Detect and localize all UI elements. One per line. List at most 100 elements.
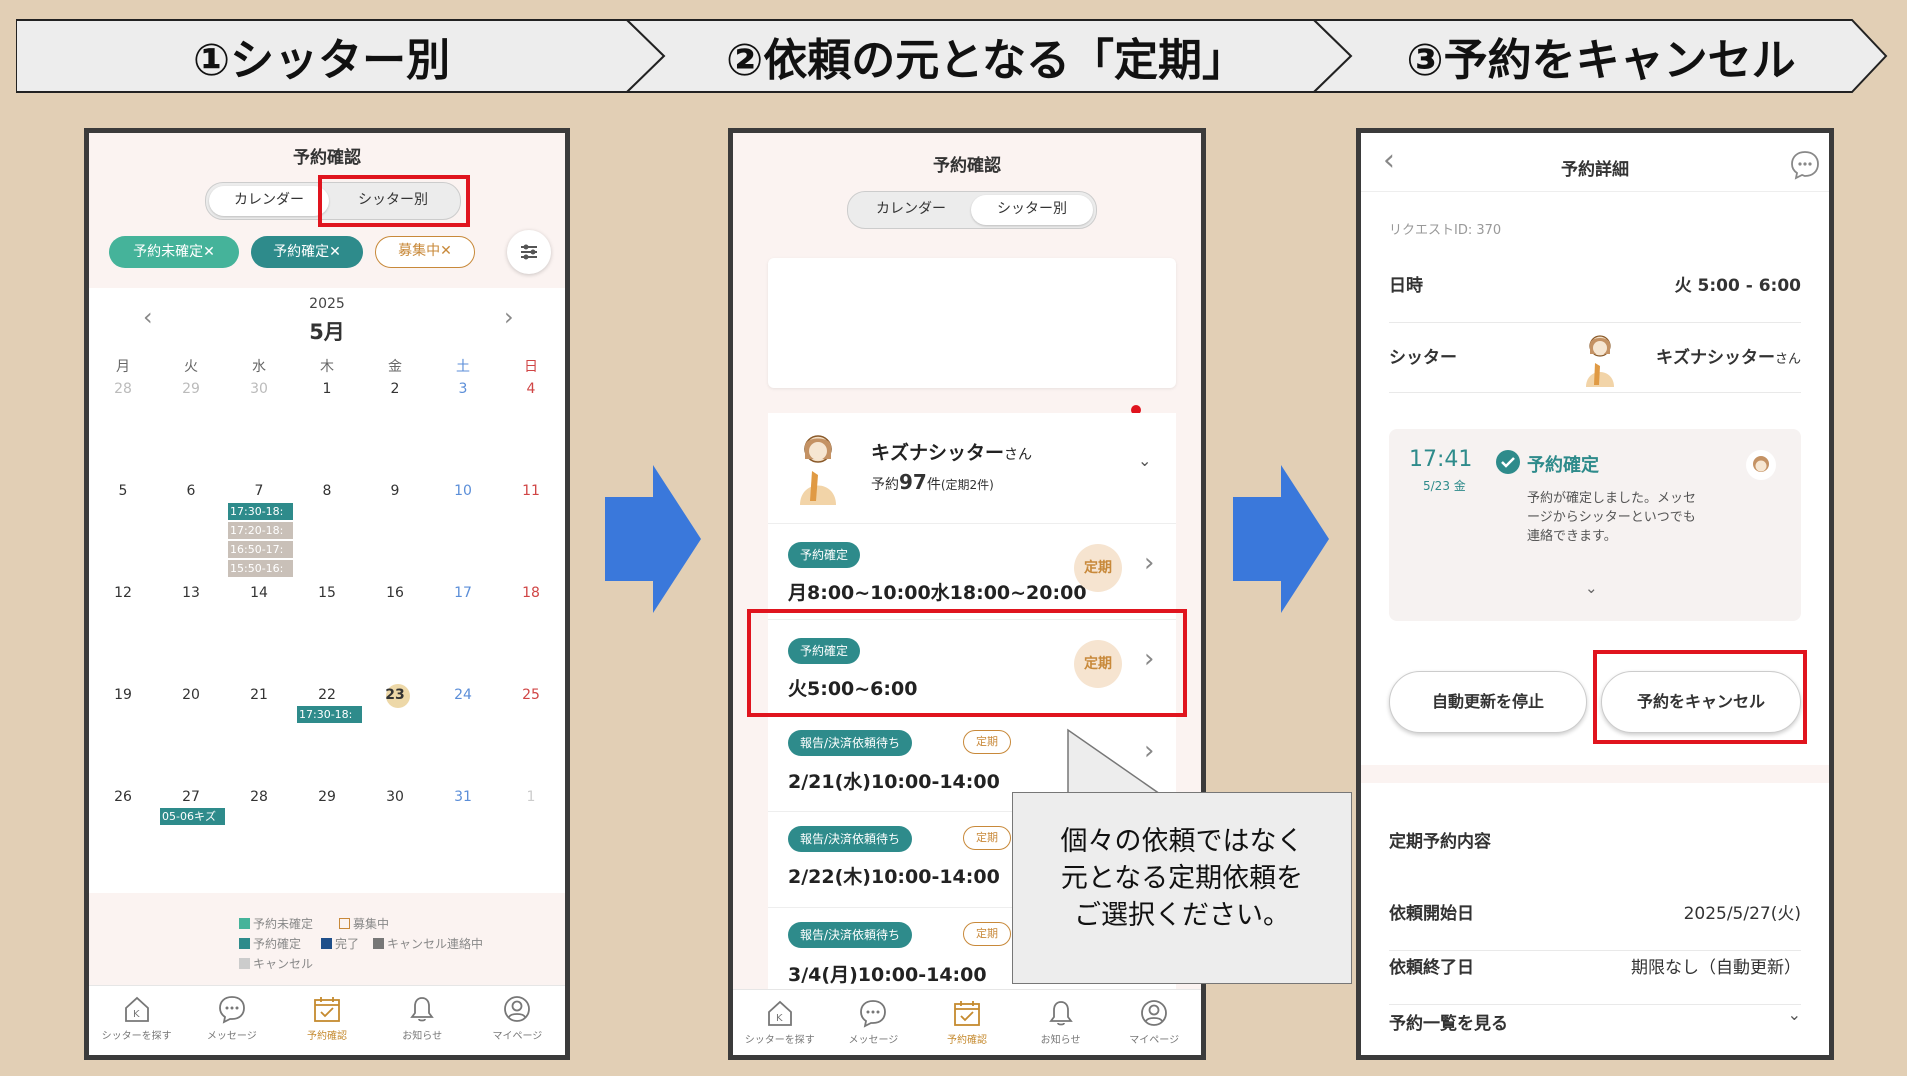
calendar-event[interactable]: 17:30-18:	[297, 706, 362, 723]
tabbar-find-sitter[interactable]: K シッターを探す	[89, 986, 184, 1055]
recurring-tag: 定期	[963, 730, 1011, 754]
instruction-callout: 個々の依頼ではなく 元となる定期依頼を ご選択ください。	[1012, 792, 1352, 984]
user-circle-icon	[504, 996, 531, 1022]
chat-bubble-icon	[860, 1000, 887, 1028]
day-cell[interactable]: 8	[293, 483, 361, 499]
chat-bubble-icon[interactable]	[1789, 149, 1821, 181]
highlight-recurring-row	[747, 609, 1187, 717]
end-date-value: 期限なし（自動更新）	[1631, 958, 1801, 978]
chat-bubble-icon	[218, 996, 245, 1024]
tab-by-sitter[interactable]: シッター別	[971, 195, 1093, 225]
tabbar-bookings[interactable]: 予約確認	[279, 986, 374, 1055]
day-cell[interactable]: 21	[225, 687, 293, 703]
day-cell[interactable]: 5	[89, 483, 157, 499]
start-date-label: 依頼開始日	[1389, 904, 1474, 924]
day-cell[interactable]: 6	[157, 483, 225, 499]
day-cell[interactable]: 22	[293, 687, 361, 703]
sitter-name-line[interactable]: キズナシッターさん	[1656, 343, 1801, 368]
calendar-event[interactable]: 17:20-18:	[228, 522, 293, 539]
calendar-event[interactable]: 17:30-18:	[228, 503, 293, 520]
week-row: 12 13 14 15 16 17 18	[89, 585, 565, 601]
datetime-value: 火 5:00 - 6:00	[1674, 276, 1801, 296]
prev-month-icon[interactable]: ‹	[143, 303, 153, 331]
tabbar-bookings[interactable]: 予約確認	[920, 990, 1014, 1055]
tabbar-mypage[interactable]: マイページ	[1107, 990, 1201, 1055]
day-cell[interactable]: 11	[497, 483, 565, 499]
filter-chip-recruiting[interactable]: 募集中✕	[375, 236, 475, 268]
day-cell[interactable]: 1	[293, 381, 361, 397]
weekday-sun: 日	[524, 359, 538, 375]
day-cell[interactable]: 31	[429, 789, 497, 805]
message-body: 予約が確定しました。メッセ ージからシッターといつでも 連絡できます。	[1527, 491, 1697, 544]
tabbar-mypage[interactable]: マイページ	[470, 986, 565, 1055]
filter-settings-button[interactable]	[507, 230, 551, 274]
chevron-down-icon[interactable]: ⌄	[1138, 451, 1151, 470]
day-cell[interactable]: 20	[157, 687, 225, 703]
day-cell[interactable]: 7	[225, 483, 293, 499]
tabbar-messages[interactable]: メッセージ	[827, 990, 921, 1055]
day-cell[interactable]: 15	[293, 585, 361, 601]
user-circle-icon	[1141, 1000, 1168, 1026]
tabbar-notifications[interactable]: お知らせ	[375, 986, 470, 1055]
sitter-avatar	[800, 435, 836, 505]
day-cell[interactable]: 3	[429, 381, 497, 397]
day-cell[interactable]: 9	[361, 483, 429, 499]
day-cell[interactable]: 13	[157, 585, 225, 601]
day-cell[interactable]: 1	[497, 789, 565, 805]
day-cell[interactable]: 4	[497, 381, 565, 397]
day-cell[interactable]: 2	[361, 381, 429, 397]
day-cell[interactable]: 10	[429, 483, 497, 499]
sitter-name-line[interactable]: キズナシッターさん	[871, 438, 1032, 465]
week-row: 28 29 30 1 2 3 4	[89, 381, 565, 397]
day-cell[interactable]: 27	[157, 789, 225, 805]
page-title: 予約確認	[293, 148, 361, 168]
tabbar-find-sitter[interactable]: K シッターを探す	[733, 990, 827, 1055]
day-cell[interactable]: 14	[225, 585, 293, 601]
calendar-event[interactable]: 16:50-17:	[228, 541, 293, 558]
view-booking-list-row[interactable]: 予約一覧を見る ⌄	[1389, 1005, 1801, 1055]
recurring-tag: 定期	[963, 922, 1011, 946]
legend-item: キャンセル	[239, 955, 313, 972]
tabbar-messages[interactable]: メッセージ	[184, 986, 279, 1055]
day-cell[interactable]: 17	[429, 585, 497, 601]
filter-chip-confirmed[interactable]: 予約確定✕	[251, 236, 363, 268]
calendar-event[interactable]: 15:50-16:	[228, 560, 293, 577]
callout-line: ご選択ください。	[1074, 900, 1290, 931]
latest-message-card[interactable]: 17:41 5/23 金 予約確定 予約が確定しました。メッセ ージからシッター…	[1389, 429, 1801, 621]
filter-chip-unconfirmed[interactable]: 予約未確定✕	[109, 236, 239, 268]
booking-time: 3/4(月)10:00-14:00	[788, 964, 987, 986]
day-cell[interactable]: 30	[225, 381, 293, 397]
stop-auto-renew-button[interactable]: 自動更新を停止	[1389, 671, 1587, 733]
day-cell[interactable]: 29	[157, 381, 225, 397]
day-cell[interactable]: 12	[89, 585, 157, 601]
day-cell[interactable]: 28	[225, 789, 293, 805]
day-cell[interactable]: 24	[429, 687, 497, 703]
day-cell-today[interactable]: 23	[361, 687, 429, 703]
calendar-event[interactable]: 05-06キズ	[160, 808, 225, 825]
day-cell[interactable]: 26	[89, 789, 157, 805]
day-cell[interactable]: 16	[361, 585, 429, 601]
weekday: 水	[252, 359, 266, 375]
day-cell[interactable]: 25	[497, 687, 565, 703]
tab-calendar[interactable]: カレンダー	[851, 195, 971, 225]
tab-calendar[interactable]: カレンダー	[209, 186, 329, 216]
status-badge: 予約確定	[788, 542, 861, 568]
chevron-right-icon: ›	[1144, 548, 1155, 578]
day-cell[interactable]: 28	[89, 381, 157, 397]
chevron-down-icon: ⌄	[1787, 1005, 1801, 1024]
request-id: リクエストID: 370	[1389, 223, 1502, 238]
day-cell[interactable]: 18	[497, 585, 565, 601]
week-row: 5 6 7 8 9 10 11	[89, 483, 565, 499]
steps-header: ①シッター別 ②依頼の元となる「定期」 ③予約をキャンセル	[16, 18, 1888, 94]
panel-calendar: 予約確認 カレンダー シッター別 予約未確定✕ 予約確定✕ 募集中✕ 2025 …	[84, 128, 570, 1060]
day-cell[interactable]: 19	[89, 687, 157, 703]
view-list-label: 予約一覧を見る	[1389, 1014, 1508, 1034]
day-cell[interactable]: 30	[361, 789, 429, 805]
booking-row[interactable]: 予約確定 月8:00~10:00水18:00~20:00 定期 ›	[768, 524, 1176, 619]
detail-row-sitter: シッター キズナシッターさん	[1389, 333, 1801, 393]
next-month-icon[interactable]: ›	[504, 303, 514, 331]
day-cell[interactable]: 29	[293, 789, 361, 805]
tabbar-notifications[interactable]: お知らせ	[1014, 990, 1108, 1055]
calendar-check-icon	[954, 1001, 980, 1026]
expand-chevron-icon[interactable]: ⌄	[1585, 579, 1598, 597]
